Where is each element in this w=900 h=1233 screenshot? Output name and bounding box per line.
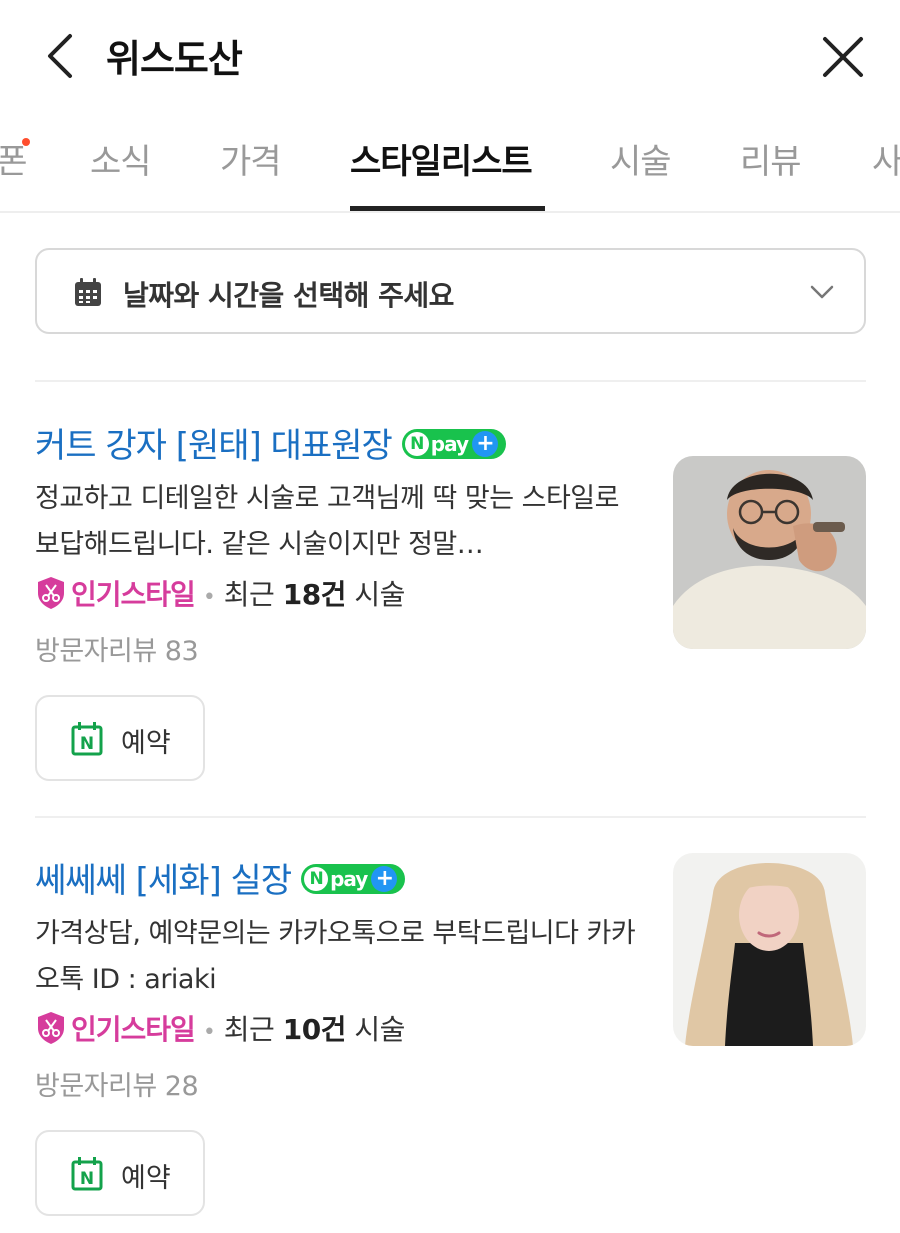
app-header: 위스도산 [0,0,900,110]
naver-reservation-icon: N [71,1157,103,1191]
stylist-card[interactable]: 쎄쎄쎄 [세화] 실장 Npay + 가격상담, 예약문의는 카카오톡으로 부탁드립… [35,853,866,1233]
tab-price[interactable]: 가격 [220,134,282,183]
new-dot-badge [22,138,30,146]
npay-plus-badge: Npay + [401,428,506,459]
popular-style-badge-icon [38,577,64,609]
stylist-photo[interactable] [673,456,866,649]
recent-treatments: 최근 18건 시술 [223,578,406,611]
chevron-left-icon [48,34,72,78]
stylist-stats: 인기스타일 • 최근 18건 시술 [35,573,405,613]
stylist-description: 정교하고 디테일한 시술로 고객님께 딱 맞는 스타일로 보답해드립니다. 같은… [35,483,619,560]
stylist-card[interactable]: 커트 강자 [원태] 대표원장 Npay + 정교하고 디테일한 시술로 고객님께 … [35,418,866,818]
tab-stylist[interactable]: 스타일리스트 [350,134,533,183]
svg-text:N: N [80,1169,94,1189]
male-stylist-portrait [673,456,866,649]
active-tab-indicator [350,206,545,211]
naver-reservation-icon: N [71,722,103,756]
chevron-down-icon [810,285,834,299]
page-title: 위스도산 [106,37,243,81]
female-stylist-portrait [673,853,866,1046]
tab-review[interactable]: 리뷰 [740,134,802,183]
recent-treatments: 최근 10건 시술 [223,1013,406,1046]
svg-text:N: N [80,734,94,754]
stylist-stats: 인기스타일 • 최근 10건 시술 [35,1008,405,1048]
tab-news[interactable]: 소식 [90,134,152,183]
stylist-description: 가격상담, 예약문의는 카카오톡으로 부탁드립니다 카카오톡 ID : aria… [35,918,636,995]
reserve-button[interactable]: N 예약 [35,1130,205,1216]
date-time-select[interactable]: 날짜와 시간을 선택해 주세요 [35,248,866,334]
popular-style-label: 인기스타일 [71,1013,196,1046]
tab-bar: 쿠폰 소식 가격 스타일리스트 시술 리뷰 사진 [0,110,900,213]
visitor-review-count: 방문자리뷰 28 [35,1071,199,1102]
popular-style-badge-icon [38,1012,64,1044]
tab-photo[interactable]: 사진 [872,134,900,183]
popular-style-label: 인기스타일 [71,578,196,611]
tab-treatment[interactable]: 시술 [610,134,672,183]
calendar-icon [75,278,101,306]
stylist-name-link[interactable]: 쎄쎄쎄 [세화] 실장 Npay + [35,853,406,902]
section-divider [35,816,866,818]
close-icon [823,37,863,77]
close-button[interactable] [818,32,868,82]
stylist-name-link[interactable]: 커트 강자 [원태] 대표원장 Npay + [35,418,506,467]
section-divider [35,380,866,382]
npay-plus-badge: Npay + [301,863,406,894]
visitor-review-count: 방문자리뷰 83 [35,636,199,667]
stylist-photo[interactable] [673,853,866,1046]
back-button[interactable] [40,30,84,82]
date-select-placeholder: 날짜와 시간을 선택해 주세요 [123,279,454,312]
reserve-button[interactable]: N 예약 [35,695,205,781]
